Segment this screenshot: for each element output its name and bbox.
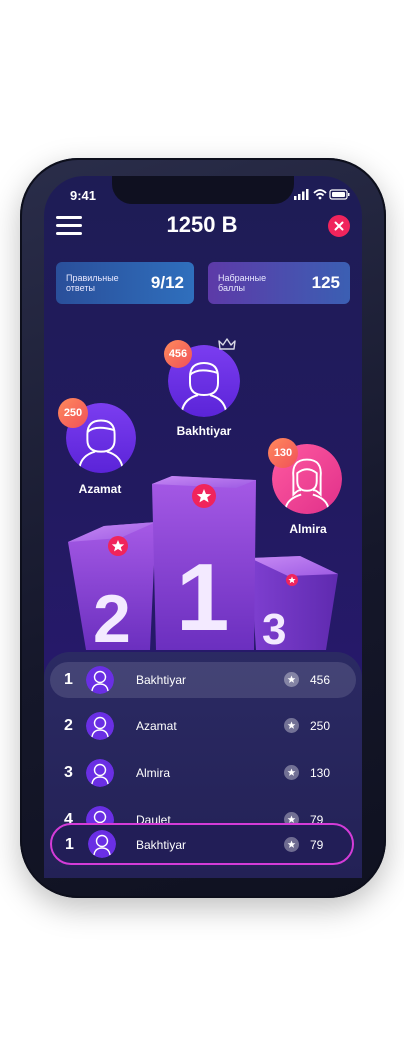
- leaderboard-row[interactable]: 1 Bakhtiyar 456: [50, 662, 356, 698]
- row-name: Bakhtiyar: [136, 838, 187, 852]
- podium-digit-third: 3: [262, 605, 287, 654]
- star-icon: [284, 672, 299, 687]
- signal-wifi-battery-icon: [294, 189, 350, 200]
- stat-value: 9/12: [150, 273, 184, 292]
- podium-digit-second: 2: [93, 581, 131, 657]
- avatar: [86, 759, 114, 787]
- star-icon: [284, 765, 299, 780]
- phone-notch: [112, 176, 294, 204]
- row-rank: 1: [65, 836, 74, 853]
- leaderboard-row[interactable]: 3 Almira 130: [50, 755, 356, 791]
- row-rank: 3: [64, 764, 73, 781]
- star-icon: [284, 718, 299, 733]
- leaderboard-row[interactable]: 2 Azamat 250: [50, 708, 356, 744]
- podium-name-second: Azamat: [78, 482, 122, 496]
- stat-label: Набранные баллы: [218, 273, 267, 293]
- row-name: Almira: [136, 766, 171, 780]
- leaderboard-row[interactable]: 4 Daulet 79: [50, 802, 356, 824]
- podium-digit-first: 1: [176, 544, 230, 651]
- avatar: [86, 666, 114, 694]
- podium-name-first: Bakhtiyar: [176, 424, 232, 438]
- stat-label: Правильные ответы: [66, 273, 119, 293]
- row-rank: 2: [64, 717, 73, 734]
- correct-answers-card: Правильные ответы 9/12: [56, 262, 194, 304]
- podium-name-third: Almira: [289, 522, 327, 536]
- current-user-row[interactable]: 1 Bakhtiyar 79: [50, 823, 354, 865]
- row-rank: 1: [64, 671, 73, 688]
- row-score: 456: [310, 673, 331, 687]
- stat-value: 125: [311, 273, 340, 292]
- row-score: 130: [310, 766, 331, 780]
- score-bubble: 130: [268, 438, 298, 468]
- row-name: Bakhtiyar: [136, 673, 187, 687]
- crown-icon: [218, 338, 236, 350]
- avatar: [88, 830, 116, 858]
- row-score: 250: [310, 719, 331, 733]
- star-icon: [284, 837, 299, 852]
- close-button[interactable]: [328, 215, 350, 237]
- close-icon: [334, 221, 344, 231]
- row-name: Azamat: [136, 719, 177, 733]
- status-time: 9:41: [70, 188, 97, 203]
- avatar: [86, 712, 114, 740]
- status-icons: [294, 187, 350, 201]
- score-bubble: 250: [58, 398, 88, 428]
- score-bubble: 456: [164, 340, 192, 368]
- avatar: [86, 806, 114, 824]
- row-score: 79: [310, 838, 324, 852]
- earned-points-card: Набранные баллы 125: [208, 262, 350, 304]
